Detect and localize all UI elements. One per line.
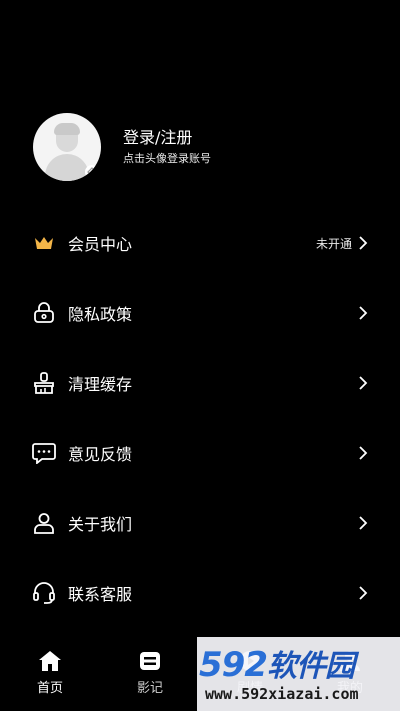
menu-label: 会员中心 xyxy=(68,235,133,254)
watermark-numbers: 592 xyxy=(199,645,268,685)
settings-menu: 会员中心 未开通 隐私政策 清理缓存 意见反馈 关于我们 联系客服 xyxy=(0,208,400,628)
nav-tab-film[interactable]: 影记 xyxy=(100,641,200,711)
watermark-text: 软件园 xyxy=(266,649,355,684)
watermark-url: www.592xiazai.com xyxy=(205,685,359,703)
broom-icon xyxy=(32,371,56,395)
film-icon xyxy=(140,652,160,670)
menu-item-feedback[interactable]: 意见反馈 xyxy=(0,418,400,488)
membership-status: 未开通 xyxy=(315,236,352,251)
chevron-right-icon xyxy=(359,586,368,600)
menu-item-customer-service[interactable]: 联系客服 xyxy=(0,558,400,628)
avatar[interactable] xyxy=(33,113,101,181)
menu-item-privacy[interactable]: 隐私政策 xyxy=(0,278,400,348)
menu-label: 意见反馈 xyxy=(68,445,133,464)
verified-badge-icon xyxy=(85,165,99,179)
menu-label: 关于我们 xyxy=(68,515,133,534)
nav-label: 首页 xyxy=(36,681,63,696)
chevron-right-icon xyxy=(359,376,368,390)
chevron-right-icon xyxy=(359,516,368,530)
chat-icon xyxy=(32,441,56,465)
chevron-right-icon xyxy=(359,306,368,320)
menu-item-about[interactable]: 关于我们 xyxy=(0,488,400,558)
menu-label: 清理缓存 xyxy=(68,375,133,394)
lock-icon xyxy=(32,301,56,325)
home-icon xyxy=(39,651,61,671)
login-hint: 点击头像登录账号 xyxy=(123,152,211,165)
user-icon xyxy=(32,511,56,535)
watermark-logo: 592软件园 www.592xiazai.com xyxy=(197,637,400,711)
chevron-right-icon xyxy=(359,446,368,460)
menu-label: 联系客服 xyxy=(68,585,133,604)
login-register-link[interactable]: 登录/注册 xyxy=(123,127,211,149)
crown-icon xyxy=(32,231,56,255)
profile-header: 登录/注册 点击头像登录账号 xyxy=(33,113,211,181)
chevron-right-icon xyxy=(359,236,368,250)
menu-item-membership[interactable]: 会员中心 未开通 xyxy=(0,208,400,278)
headset-icon xyxy=(32,581,56,605)
nav-label: 影记 xyxy=(136,681,163,696)
menu-label: 隐私政策 xyxy=(68,305,133,324)
menu-item-clear-cache[interactable]: 清理缓存 xyxy=(0,348,400,418)
nav-tab-home[interactable]: 首页 xyxy=(0,641,100,711)
